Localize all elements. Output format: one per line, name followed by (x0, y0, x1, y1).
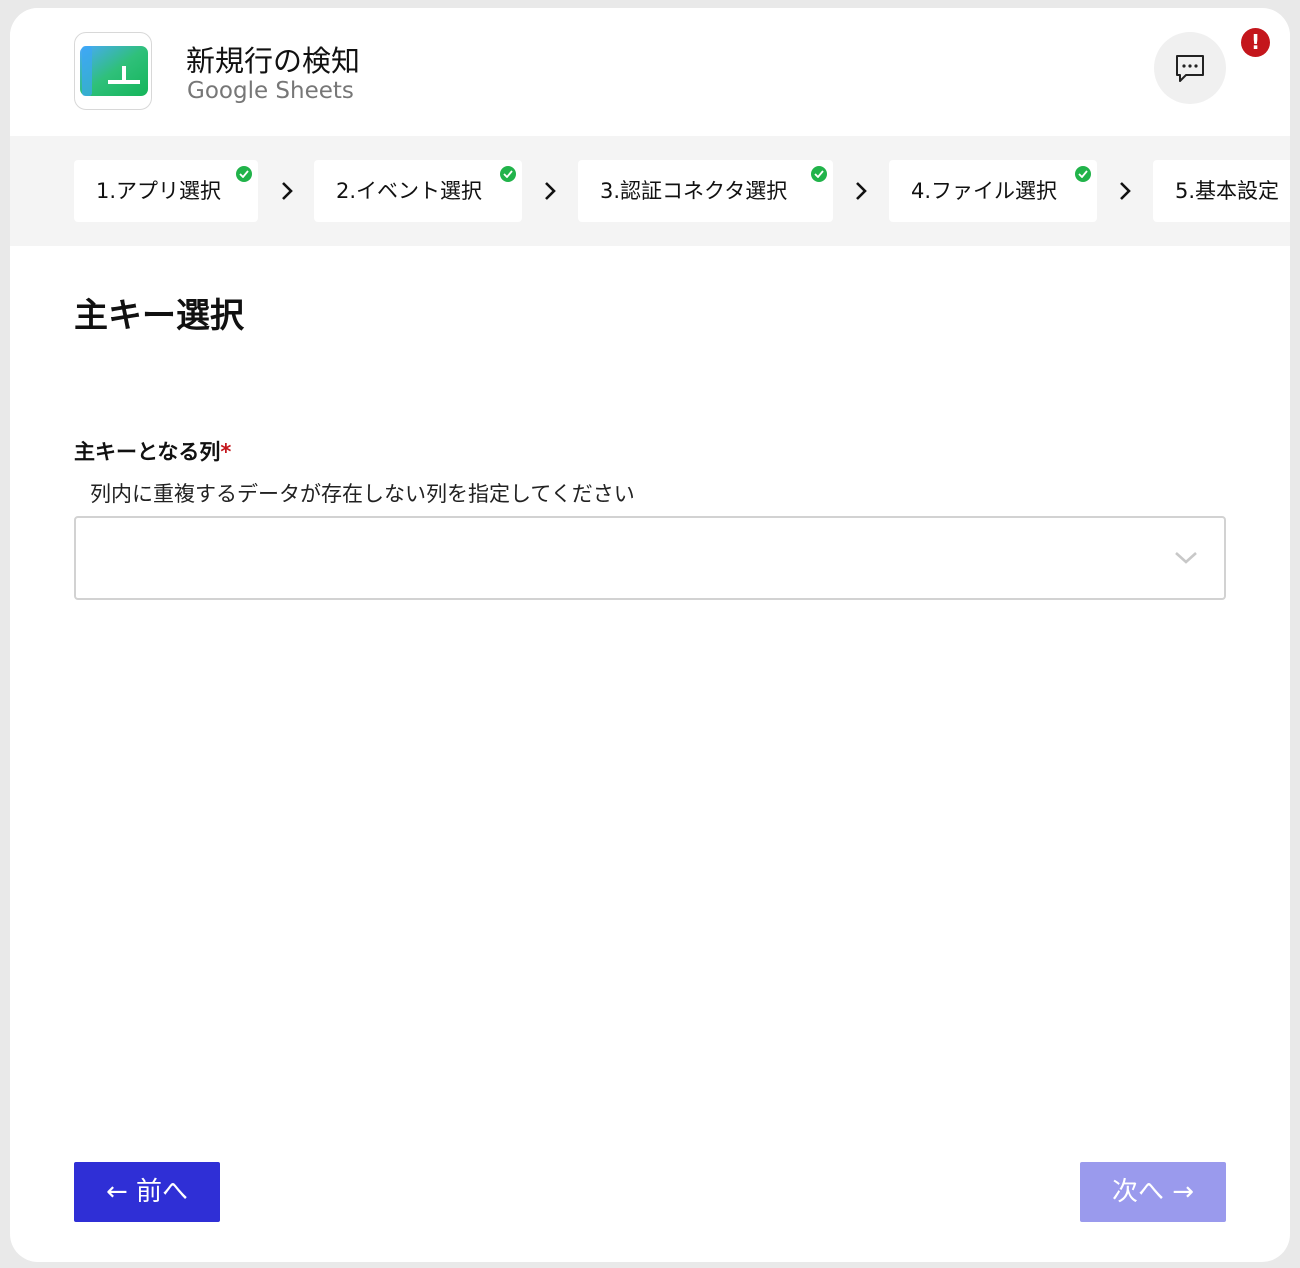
step-event-select[interactable]: 2.イベント選択 (314, 160, 522, 222)
header: 新規行の検知 Google Sheets ! (10, 8, 1290, 136)
field-label: 主キーとなる列* (74, 436, 231, 466)
dialog-card: 新規行の検知 Google Sheets ! 1.アプリ選択 2.イベント選択 (10, 8, 1290, 1262)
chevron-right-icon (545, 182, 556, 200)
check-icon (500, 166, 516, 182)
step-label: 2.イベント選択 (336, 179, 483, 203)
step-app-select[interactable]: 1.アプリ選択 (74, 160, 258, 222)
check-icon (811, 166, 827, 182)
chevron-right-icon (856, 182, 867, 200)
step-connector-select[interactable]: 3.認証コネクタ選択 (578, 160, 833, 222)
check-icon (236, 166, 252, 182)
step-label: 1.アプリ選択 (96, 179, 222, 203)
stepper: 1.アプリ選択 2.イベント選択 3.認証コネクタ選択 4.ファイル選択 5.基… (10, 136, 1290, 246)
alert-badge[interactable]: ! (1241, 28, 1270, 57)
chevron-right-icon (282, 182, 293, 200)
field-help-text: 列内に重複するデータが存在しない列を指定してください (90, 482, 635, 506)
google-sheets-icon (74, 32, 152, 110)
prev-button[interactable]: ← 前へ (74, 1162, 220, 1222)
step-label: 4.ファイル選択 (911, 179, 1058, 203)
primary-key-select[interactable] (74, 516, 1226, 600)
app-name: Google Sheets (187, 78, 354, 104)
chevron-right-icon (1120, 182, 1131, 200)
step-basic-settings[interactable]: 5.基本設定 (1153, 160, 1290, 222)
step-label: 5.基本設定 (1175, 179, 1280, 203)
field-label-text: 主キーとなる列 (74, 440, 221, 464)
next-button[interactable]: 次へ → (1080, 1162, 1226, 1222)
check-icon (1075, 166, 1091, 182)
chat-button[interactable] (1154, 32, 1226, 104)
chat-bubble-icon (1176, 55, 1204, 82)
required-mark: * (220, 440, 232, 464)
step-label: 3.認証コネクタ選択 (600, 179, 788, 203)
section-title: 主キー選択 (74, 296, 244, 336)
chevron-down-icon (1175, 552, 1197, 564)
page-title: 新規行の検知 (186, 44, 361, 78)
step-file-select[interactable]: 4.ファイル選択 (889, 160, 1097, 222)
